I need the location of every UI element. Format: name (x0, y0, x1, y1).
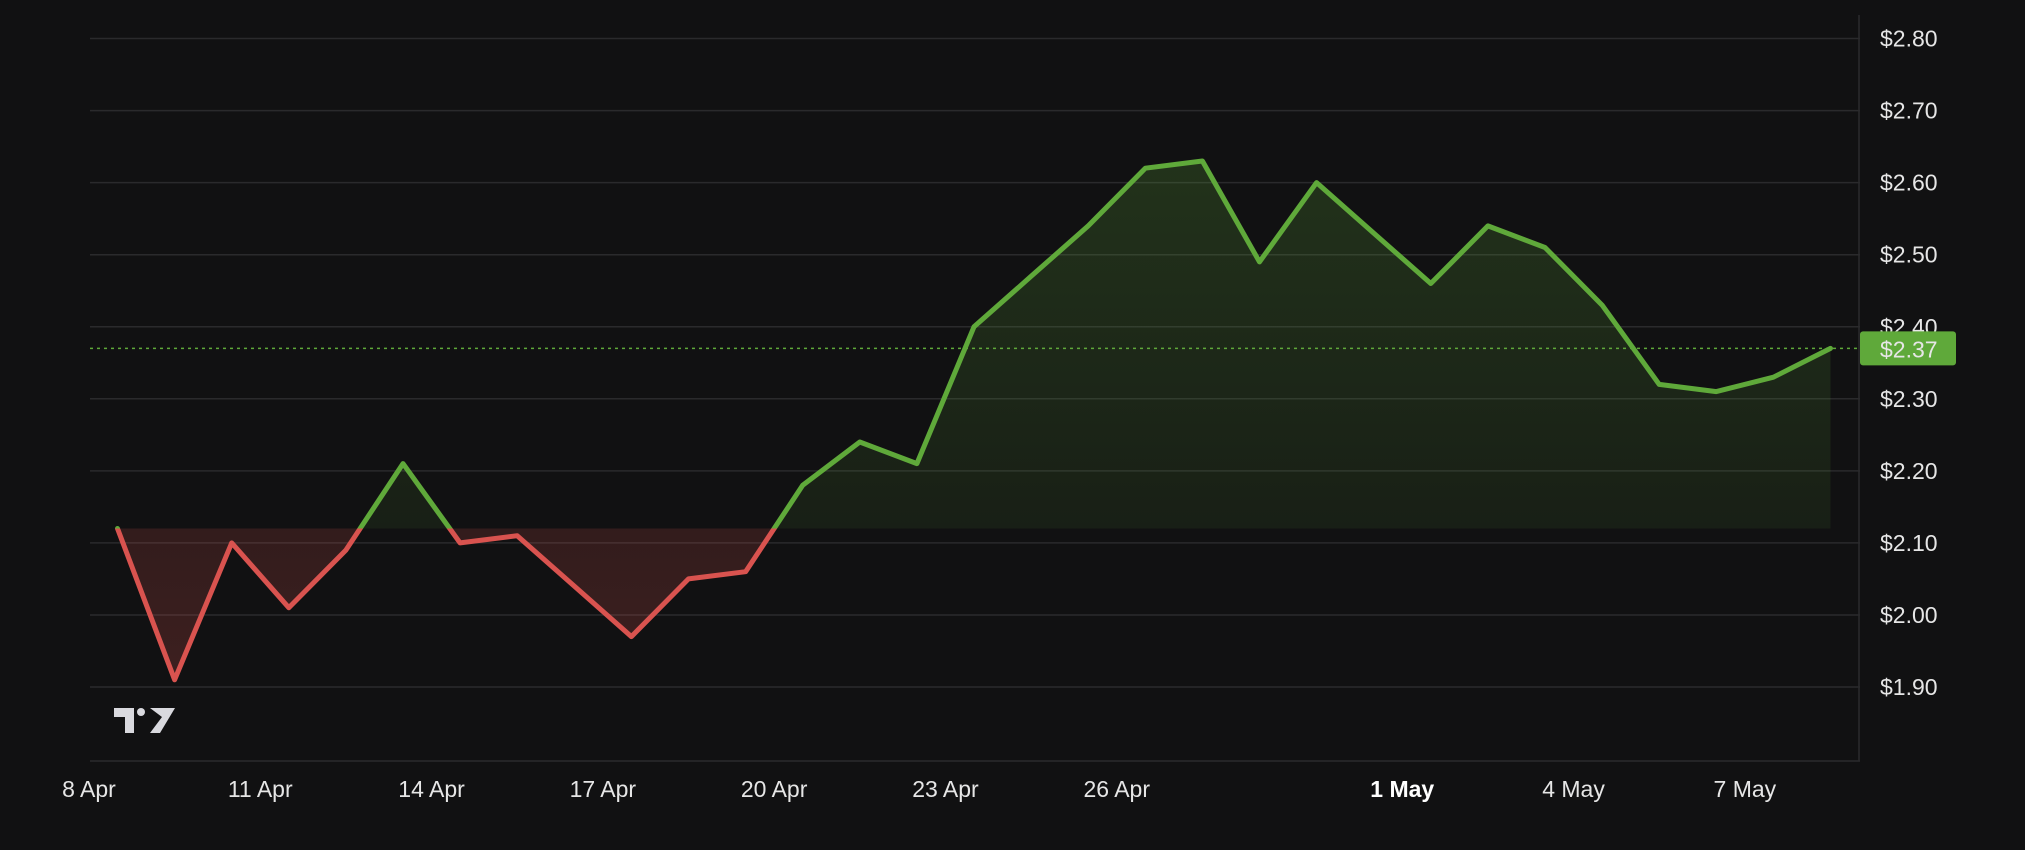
area-fill (117, 161, 1831, 680)
x-tick-label: 20 Apr (741, 776, 808, 802)
x-tick-label: 11 Apr (228, 776, 293, 802)
price-chart: $1.90 $2.00 $2.10 $2.20 $2.30 $2.40 $2.50 $2.60… (0, 0, 2025, 850)
x-tick-label: 17 Apr (570, 776, 637, 802)
y-tick-label: $2.70 (1880, 98, 1938, 124)
x-tick-label: 4 May (1542, 776, 1605, 802)
x-tick-label: 8 Apr (62, 776, 116, 802)
chart-canvas: $1.90$2.00$2.10$2.20$2.30$2.40$2.50$2.60… (62, 15, 1956, 802)
x-tick-label: 26 Apr (1084, 776, 1151, 802)
y-tick-label: $2.50 (1880, 242, 1938, 268)
y-tick-label: $2.80 (1880, 26, 1938, 52)
x-axis: 8 Apr 11 Apr 14 Apr 17 Apr 20 Apr 23 Apr 26 Ap… (62, 776, 1777, 802)
x-tick-label: 1 May (1370, 776, 1434, 802)
y-tick-label: $1.90 (1880, 674, 1938, 700)
tradingview-logo-icon[interactable] (114, 708, 175, 733)
y-tick-label: $2.30 (1880, 386, 1938, 412)
current-price-label: $2.37 (1880, 336, 1938, 362)
x-tick-label: 14 Apr (398, 776, 465, 802)
y-tick-label: $2.10 (1880, 530, 1938, 556)
x-tick-label: 23 Apr (912, 776, 979, 802)
y-tick-label: $2.00 (1880, 602, 1938, 628)
y-tick-label: $2.60 (1880, 170, 1938, 196)
area-above-baseline (360, 161, 1831, 529)
y-tick-label: $2.20 (1880, 458, 1938, 484)
x-tick-label: 7 May (1714, 776, 1777, 802)
